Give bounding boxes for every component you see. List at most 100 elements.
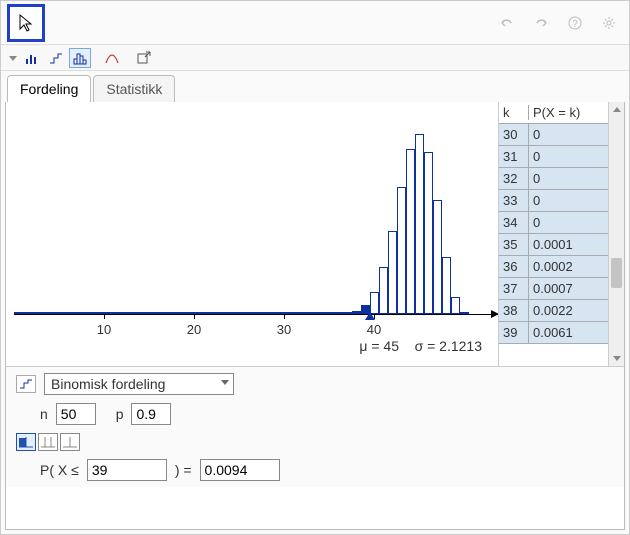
table-row[interactable]: 300 bbox=[499, 124, 624, 146]
calc-mid: ) = bbox=[175, 462, 192, 478]
calc-prefix: P( X ≤ bbox=[40, 462, 79, 478]
svg-text:?: ? bbox=[572, 19, 578, 30]
mode-histogram[interactable] bbox=[69, 48, 91, 68]
mode-step[interactable] bbox=[45, 48, 67, 68]
step-icon bbox=[49, 51, 63, 65]
x-tick-label: 10 bbox=[97, 322, 111, 337]
distribution-name: Binomisk fordeling bbox=[51, 376, 165, 392]
x-tick-label: 40 bbox=[367, 322, 381, 337]
table-body: 300310320330340350.0001360.0002370.00073… bbox=[499, 124, 624, 366]
step-dist-icon bbox=[19, 378, 33, 390]
x-tick bbox=[284, 314, 285, 319]
tab-row: Fordeling Statistikk bbox=[1, 71, 629, 102]
histogram-bar bbox=[460, 312, 469, 314]
cell-k: 38 bbox=[499, 300, 529, 321]
p-input[interactable] bbox=[131, 403, 171, 425]
table-header: k P(X = k) bbox=[499, 102, 624, 124]
histogram-bar bbox=[424, 152, 433, 314]
help-button[interactable]: ? bbox=[561, 12, 589, 34]
export-icon bbox=[137, 51, 151, 65]
table-row[interactable]: 380.0022 bbox=[499, 300, 624, 322]
main-panel: μ = 45 σ = 2.1213 10 20 30 40 k P(X = k) 30… bbox=[5, 102, 625, 530]
undo-icon bbox=[499, 17, 515, 29]
sigma-value: 2.1213 bbox=[439, 338, 482, 354]
mu-label: μ = bbox=[359, 338, 383, 354]
params-row: n p bbox=[16, 403, 614, 425]
calc-result-input[interactable] bbox=[200, 459, 280, 481]
sigma-label: σ = bbox=[415, 338, 440, 354]
cell-k: 31 bbox=[499, 146, 529, 167]
cursor-tool-button[interactable] bbox=[7, 4, 45, 42]
tab-fordeling[interactable]: Fordeling bbox=[7, 75, 91, 102]
distribution-select[interactable]: Binomisk fordeling bbox=[44, 373, 234, 395]
n-input[interactable] bbox=[56, 403, 96, 425]
table-row[interactable]: 360.0002 bbox=[499, 256, 624, 278]
x-tick bbox=[374, 314, 375, 319]
table-row[interactable]: 310 bbox=[499, 146, 624, 168]
scroll-thumb[interactable] bbox=[611, 258, 622, 288]
histogram-bar bbox=[379, 267, 388, 314]
cursor-arrow-icon bbox=[16, 13, 36, 33]
table-scrollbar[interactable] bbox=[608, 102, 624, 366]
interval-left-button[interactable] bbox=[16, 433, 36, 451]
interval-between-button[interactable] bbox=[38, 433, 58, 451]
scroll-up-icon[interactable] bbox=[609, 102, 624, 118]
undo-button[interactable] bbox=[493, 12, 521, 34]
interval-right-button[interactable] bbox=[60, 433, 80, 451]
chart-area: μ = 45 σ = 2.1213 10 20 30 40 k P(X = k) 30… bbox=[6, 102, 624, 366]
histogram-bar bbox=[343, 312, 352, 314]
shaded-region bbox=[14, 312, 370, 314]
table-row[interactable]: 320 bbox=[499, 168, 624, 190]
redo-button[interactable] bbox=[527, 12, 555, 34]
mode-dropdown-icon[interactable] bbox=[7, 48, 19, 68]
table-row[interactable]: 340 bbox=[499, 212, 624, 234]
interval-buttons-row bbox=[16, 433, 614, 451]
app-window: ? Fordeling Statistikk bbox=[0, 0, 630, 535]
cell-k: 34 bbox=[499, 212, 529, 233]
titlebar: ? bbox=[1, 1, 629, 45]
x-tick bbox=[194, 314, 195, 319]
settings-button[interactable] bbox=[595, 12, 623, 34]
mode-barchart-1[interactable] bbox=[21, 48, 43, 68]
cell-k: 35 bbox=[499, 234, 529, 255]
table-row[interactable]: 370.0007 bbox=[499, 278, 624, 300]
probability-table: k P(X = k) 300310320330340350.0001360.00… bbox=[498, 102, 624, 366]
interval-right-icon bbox=[63, 436, 77, 448]
mode-toolbar bbox=[1, 45, 629, 71]
histogram-bar bbox=[406, 149, 415, 314]
calc-x-input[interactable] bbox=[87, 459, 167, 481]
n-label: n bbox=[40, 406, 48, 422]
table-row[interactable]: 330 bbox=[499, 190, 624, 212]
p-label: p bbox=[116, 406, 124, 422]
plot[interactable]: μ = 45 σ = 2.1213 10203040 bbox=[6, 102, 498, 366]
histogram-bar bbox=[388, 231, 397, 314]
histogram-bar bbox=[415, 134, 424, 314]
gear-icon bbox=[602, 16, 616, 30]
mode-normal-curve[interactable] bbox=[101, 48, 123, 68]
cell-k: 37 bbox=[499, 278, 529, 299]
scroll-track[interactable] bbox=[609, 118, 624, 350]
distribution-type-icon[interactable] bbox=[16, 375, 36, 393]
x-tick bbox=[104, 314, 105, 319]
table-row[interactable]: 390.0061 bbox=[499, 322, 624, 344]
x-axis bbox=[14, 314, 498, 315]
x-axis-arrow-icon bbox=[491, 310, 498, 318]
cell-k: 30 bbox=[499, 124, 529, 145]
curve-icon bbox=[105, 51, 119, 65]
controls-panel: Binomisk fordeling n p bbox=[6, 366, 624, 487]
cell-k: 32 bbox=[499, 168, 529, 189]
x-tick-label: 20 bbox=[187, 322, 201, 337]
scroll-down-icon[interactable] bbox=[609, 350, 624, 366]
histogram-bar bbox=[334, 312, 343, 314]
histogram-bar bbox=[325, 312, 334, 314]
table-row[interactable]: 350.0001 bbox=[499, 234, 624, 256]
mode-export[interactable] bbox=[133, 48, 155, 68]
interval-left-icon bbox=[19, 436, 33, 448]
histogram-bar bbox=[361, 305, 370, 314]
window-controls: ? bbox=[493, 12, 623, 34]
bars-icon bbox=[25, 51, 39, 65]
cell-k: 39 bbox=[499, 322, 529, 343]
tab-statistikk[interactable]: Statistikk bbox=[93, 75, 175, 102]
mu-value: 45 bbox=[383, 338, 399, 354]
histogram-bar bbox=[442, 257, 451, 314]
